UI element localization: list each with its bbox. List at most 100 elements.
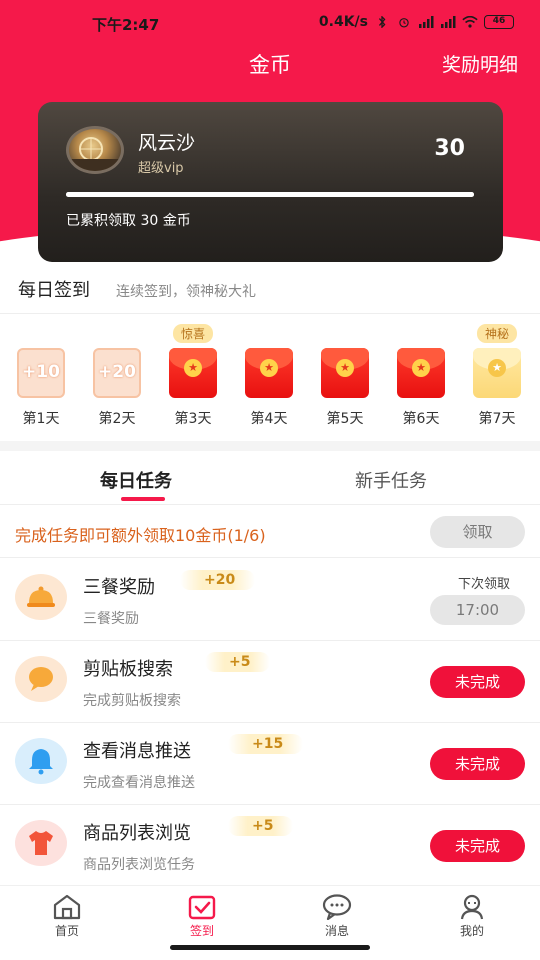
bluetooth-icon [378, 16, 386, 28]
profile-icon [460, 894, 484, 920]
bonus-row: 完成任务即可额外领取10金币(1/6) 领取 [0, 506, 540, 558]
food-cover-icon [27, 586, 55, 607]
avatar[interactable] [66, 126, 124, 174]
day-label: 第2天 [98, 411, 136, 427]
day-reward-box: +10 [17, 348, 65, 398]
nav-label: 消息 [324, 924, 349, 938]
signal-icon-2 [441, 16, 456, 28]
nav-checkin[interactable]: 签到 [162, 894, 242, 939]
task-name: 三餐奖励 [83, 577, 155, 598]
day-reward-box: +20 [93, 348, 141, 398]
task-icon-wrap [15, 656, 67, 702]
tab-daily-tasks[interactable]: 每日任务 [100, 467, 172, 493]
day-label: 第6天 [402, 411, 440, 427]
surprise-badge: 惊喜 [172, 324, 214, 343]
user-level: 超级vip [138, 161, 184, 176]
coin-count: 30 [434, 136, 465, 161]
star-seal-icon: ★ [336, 359, 354, 377]
next-claim-time-button[interactable]: 17:00 [430, 595, 525, 625]
signal-icon-1 [419, 16, 434, 28]
nav-label: 签到 [189, 924, 214, 938]
signin-day-2[interactable]: +20 第2天 [81, 318, 153, 436]
day-label: 第5天 [326, 411, 364, 427]
reward-details-link[interactable]: 奖励明细 [442, 50, 518, 77]
search-bubble-icon [29, 667, 53, 691]
daily-signin-title: 每日签到 [18, 280, 90, 301]
bonus-text: 完成任务即可额外领取10金币(1/6) [15, 526, 266, 545]
star-seal-icon: ★ [412, 359, 430, 377]
bell-icon [29, 749, 53, 775]
claim-bonus-button[interactable]: 领取 [430, 516, 525, 548]
mystery-badge: 神秘 [476, 324, 518, 343]
signin-day-1[interactable]: +10 第1天 [5, 318, 77, 436]
signin-day-3[interactable]: 惊喜 ★ 第3天 [157, 318, 229, 436]
status-time: 下午2:47 [92, 16, 160, 34]
day-label: 第4天 [250, 411, 288, 427]
tab-newbie-tasks[interactable]: 新手任务 [355, 467, 427, 493]
task-icon-wrap [15, 820, 67, 866]
task-incomplete-button[interactable]: 未完成 [430, 830, 525, 862]
coin-progress-bar [66, 192, 474, 197]
section-divider [0, 441, 540, 451]
red-envelope-icon: ★ [169, 348, 217, 398]
day-label: 第7天 [478, 411, 516, 427]
signin-day-5[interactable]: ★ 第5天 [309, 318, 381, 436]
task-incomplete-button[interactable]: 未完成 [430, 666, 525, 698]
red-envelope-icon: ★ [397, 348, 445, 398]
coins-page: 下午2:47 0.4K/s 46 金币 奖励明细 风云沙 超级vip 30 已累… [0, 0, 540, 960]
signin-day-7[interactable]: 神秘 ★ 第7天 [461, 318, 533, 436]
nav-label: 我的 [459, 924, 484, 938]
coin-progress-fill [66, 192, 474, 197]
alarm-icon [399, 18, 409, 28]
nav-profile[interactable]: 我的 [432, 894, 512, 939]
task-icon-wrap [15, 574, 67, 620]
day-label: 第1天 [22, 411, 60, 427]
task-desc: 完成剪贴板搜索 [83, 693, 181, 709]
task-desc: 三餐奖励 [83, 611, 139, 627]
day-reward-value: +10 [22, 362, 60, 382]
nav-home[interactable]: 首页 [27, 894, 107, 939]
battery-icon: 46 [484, 15, 514, 29]
avatar-image-icon [69, 137, 121, 171]
user-card: 风云沙 超级vip 30 已累积领取 30 金币 [38, 102, 503, 262]
signin-day-6[interactable]: ★ 第6天 [385, 318, 457, 436]
task-tabs: 每日任务 新手任务 [0, 451, 540, 505]
task-name: 商品列表浏览 [83, 823, 191, 844]
active-tab-indicator [121, 497, 165, 501]
home-icon [53, 894, 81, 920]
next-claim-label: 下次领取 [457, 577, 510, 592]
star-seal-icon: ★ [260, 359, 278, 377]
daily-signin-header: 每日签到 连续签到，领神秘大礼 [0, 262, 540, 314]
task-reward: +5 [205, 652, 271, 672]
task-desc: 完成查看消息推送 [83, 775, 195, 791]
daily-signin-subtitle: 连续签到，领神秘大礼 [116, 284, 256, 300]
signin-day-4[interactable]: ★ 第4天 [233, 318, 305, 436]
task-view-notifications: 查看消息推送 +15 完成查看消息推送 未完成 [0, 722, 540, 805]
task-reward: +5 [228, 816, 294, 836]
network-speed: 0.4K/s [318, 14, 368, 30]
wifi-icon [462, 16, 478, 28]
home-indicator [170, 945, 370, 950]
message-icon [322, 894, 352, 920]
star-seal-icon: ★ [488, 359, 506, 377]
checkin-icon [188, 895, 216, 920]
nav-messages[interactable]: 消息 [297, 894, 377, 939]
task-name: 剪贴板搜索 [83, 659, 173, 680]
task-reward: +15 [228, 734, 304, 754]
task-incomplete-button[interactable]: 未完成 [430, 748, 525, 780]
status-icons: 0.4K/s 46 [319, 14, 514, 30]
task-meal-reward: 三餐奖励 +20 三餐奖励 下次领取 17:00 [0, 558, 540, 641]
day-reward-value: +20 [98, 362, 136, 382]
task-desc: 商品列表浏览任务 [83, 857, 195, 873]
red-envelope-icon: ★ [321, 348, 369, 398]
status-bar: 下午2:47 0.4K/s 46 [0, 0, 540, 46]
accumulated-coins-text: 已累积领取 30 金币 [66, 213, 191, 229]
gold-envelope-icon: ★ [473, 348, 521, 398]
nav-label: 首页 [54, 924, 79, 938]
shirt-icon [29, 831, 53, 855]
user-name: 风云沙 [138, 132, 196, 154]
task-browse-products: 商品列表浏览 +5 商品列表浏览任务 未完成 [0, 804, 540, 887]
star-seal-icon: ★ [184, 359, 202, 377]
day-label: 第3天 [174, 411, 212, 427]
signin-days: +10 第1天 +20 第2天 惊喜 ★ 第3天 ★ 第4天 ★ 第5天 ★ 第… [0, 318, 540, 436]
